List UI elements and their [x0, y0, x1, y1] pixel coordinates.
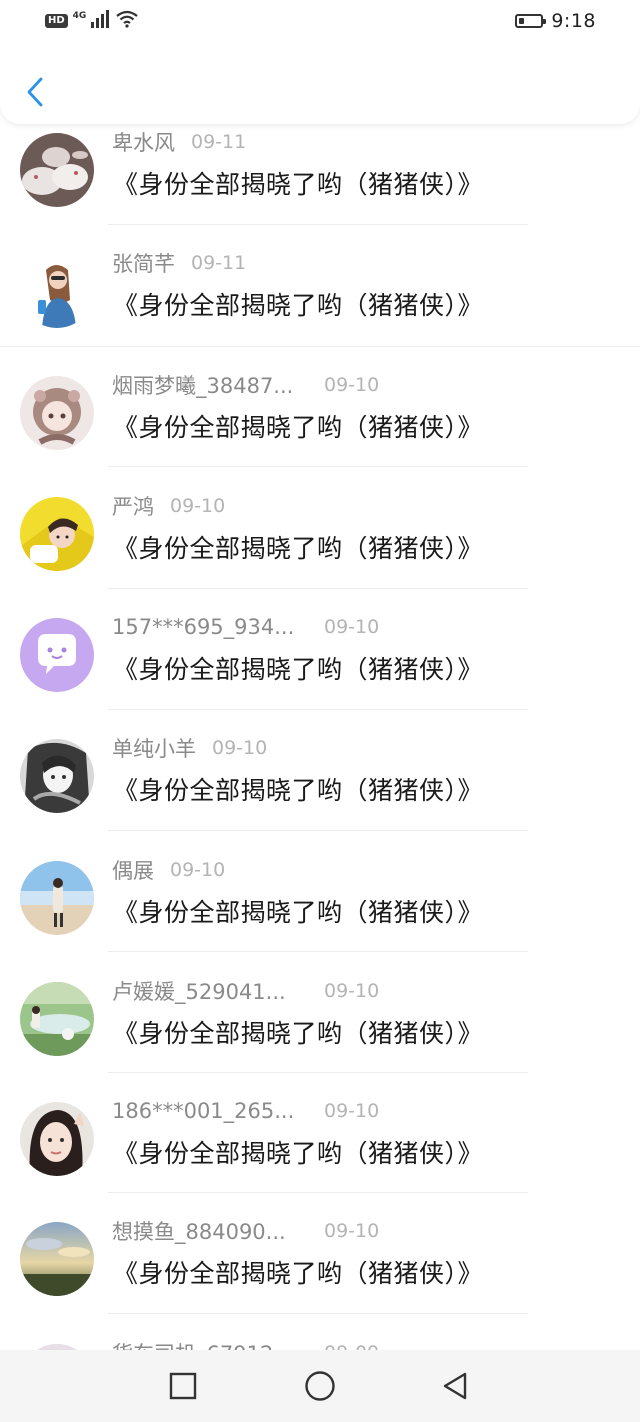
home-button[interactable]: [302, 1368, 338, 1404]
recent-apps-button[interactable]: [165, 1368, 201, 1404]
item-meta: 186***001_265... 09-10: [112, 1096, 379, 1126]
divider: [108, 1313, 528, 1314]
item-meta: 张简芊 09-11: [112, 248, 246, 278]
item-title: 《身份全部揭晓了哟（猪猪侠）》: [113, 1139, 484, 1168]
avatar: [20, 133, 94, 207]
item-meta: 严鸿 09-10: [112, 491, 225, 521]
header: HD 4G 9:18: [0, 0, 640, 124]
signal-icon: [91, 10, 111, 32]
avatar: [20, 618, 94, 692]
network-type-label: 4G: [72, 11, 87, 21]
avatar: [20, 982, 94, 1056]
username: 186***001_265...: [112, 1099, 295, 1123]
item-meta: 想摸鱼_884090... 09-10: [112, 1216, 379, 1246]
item-title: 《身份全部揭晓了哟（猪猪侠）》: [113, 655, 484, 684]
list-item[interactable]: 严鸿 09-10 《身份全部揭晓了哟（猪猪侠）》: [0, 491, 640, 612]
date: 09-10: [212, 737, 268, 759]
system-nav-bar: [0, 1350, 640, 1422]
username: 张简芊: [112, 252, 175, 276]
divider: [108, 224, 528, 225]
avatar: [20, 254, 94, 328]
username: 想摸鱼_884090...: [112, 1220, 286, 1244]
username: 偶展: [112, 859, 154, 883]
username: 单纯小羊: [112, 737, 196, 761]
screen: 卑水风 09-11 《身份全部揭晓了哟（猪猪侠）》 张简芊 09-11 《身份全…: [0, 0, 640, 1422]
username: 卑水风: [112, 131, 175, 155]
divider: [0, 346, 640, 347]
back-button[interactable]: [20, 72, 50, 112]
username: 卢媛媛_529041...: [112, 980, 286, 1004]
avatar: [20, 376, 94, 450]
avatar: [20, 1222, 94, 1296]
item-meta: 烟雨梦曦_38487... 09-10: [112, 370, 379, 400]
divider: [108, 951, 528, 952]
date: 09-11: [191, 131, 247, 153]
avatar: [20, 1102, 94, 1176]
date: 09-11: [191, 252, 247, 274]
list-item[interactable]: 单纯小羊 09-10 《身份全部揭晓了哟（猪猪侠）》: [0, 733, 640, 854]
divider: [108, 1072, 528, 1073]
back-triangle-icon: [443, 1372, 467, 1400]
item-meta: 卑水风 09-11: [112, 127, 246, 157]
divider: [108, 830, 528, 831]
divider: [108, 709, 528, 710]
date: 09-10: [324, 980, 380, 1002]
username: 烟雨梦曦_38487...: [112, 374, 294, 398]
list-item[interactable]: 186***001_265... 09-10 《身份全部揭晓了哟（猪猪侠）》: [0, 1096, 640, 1217]
wifi-icon: [116, 10, 139, 32]
divider: [108, 588, 528, 589]
list-item[interactable]: 卑水风 09-11 《身份全部揭晓了哟（猪猪侠）》: [0, 127, 640, 248]
status-right: 9:18: [515, 10, 596, 32]
item-title: 《身份全部揭晓了哟（猪猪侠）》: [113, 413, 484, 442]
item-meta: 偶展 09-10: [112, 855, 225, 885]
nav-back-button[interactable]: [437, 1368, 473, 1404]
avatar: [20, 861, 94, 935]
list-item[interactable]: 张简芊 09-11 《身份全部揭晓了哟（猪猪侠）》: [0, 248, 640, 369]
hd-badge: HD: [45, 14, 68, 28]
chevron-left-icon: [27, 77, 43, 107]
avatar: [20, 497, 94, 571]
divider: [108, 1192, 528, 1193]
home-icon: [305, 1371, 335, 1401]
item-title: 《身份全部揭晓了哟（猪猪侠）》: [113, 291, 484, 320]
date: 09-10: [324, 616, 380, 638]
recent-apps-icon: [169, 1372, 197, 1400]
username: 严鸿: [112, 495, 154, 519]
item-meta: 单纯小羊 09-10: [112, 733, 267, 763]
date: 09-10: [324, 374, 380, 396]
divider: [108, 466, 528, 467]
list-item[interactable]: 卢媛媛_529041... 09-10 《身份全部揭晓了哟（猪猪侠）》: [0, 976, 640, 1097]
list-item[interactable]: 157***695_934... 09-10 《身份全部揭晓了哟（猪猪侠）》: [0, 612, 640, 733]
item-title: 《身份全部揭晓了哟（猪猪侠）》: [113, 898, 484, 927]
item-title: 《身份全部揭晓了哟（猪猪侠）》: [113, 776, 484, 805]
date: 09-10: [170, 495, 226, 517]
date: 09-10: [324, 1220, 380, 1242]
avatar: [20, 739, 94, 813]
item-title: 《身份全部揭晓了哟（猪猪侠）》: [113, 1019, 484, 1048]
status-left: HD 4G: [45, 10, 139, 32]
clock: 9:18: [551, 10, 596, 32]
item-meta: 卢媛媛_529041... 09-10: [112, 976, 379, 1006]
username: 157***695_934...: [112, 615, 295, 639]
item-title: 《身份全部揭晓了哟（猪猪侠）》: [113, 534, 484, 563]
list-item[interactable]: 偶展 09-10 《身份全部揭晓了哟（猪猪侠）》: [0, 855, 640, 976]
date: 09-10: [170, 859, 226, 881]
list-item[interactable]: 想摸鱼_884090... 09-10 《身份全部揭晓了哟（猪猪侠）》: [0, 1216, 640, 1337]
item-title: 《身份全部揭晓了哟（猪猪侠）》: [113, 170, 484, 199]
item-title: 《身份全部揭晓了哟（猪猪侠）》: [113, 1259, 484, 1288]
list-item[interactable]: 烟雨梦曦_38487... 09-10 《身份全部揭晓了哟（猪猪侠）》: [0, 370, 640, 491]
battery-icon: [515, 14, 547, 28]
date: 09-10: [324, 1100, 380, 1122]
status-bar: HD 4G 9:18: [0, 0, 640, 44]
item-meta: 157***695_934... 09-10: [112, 612, 379, 642]
